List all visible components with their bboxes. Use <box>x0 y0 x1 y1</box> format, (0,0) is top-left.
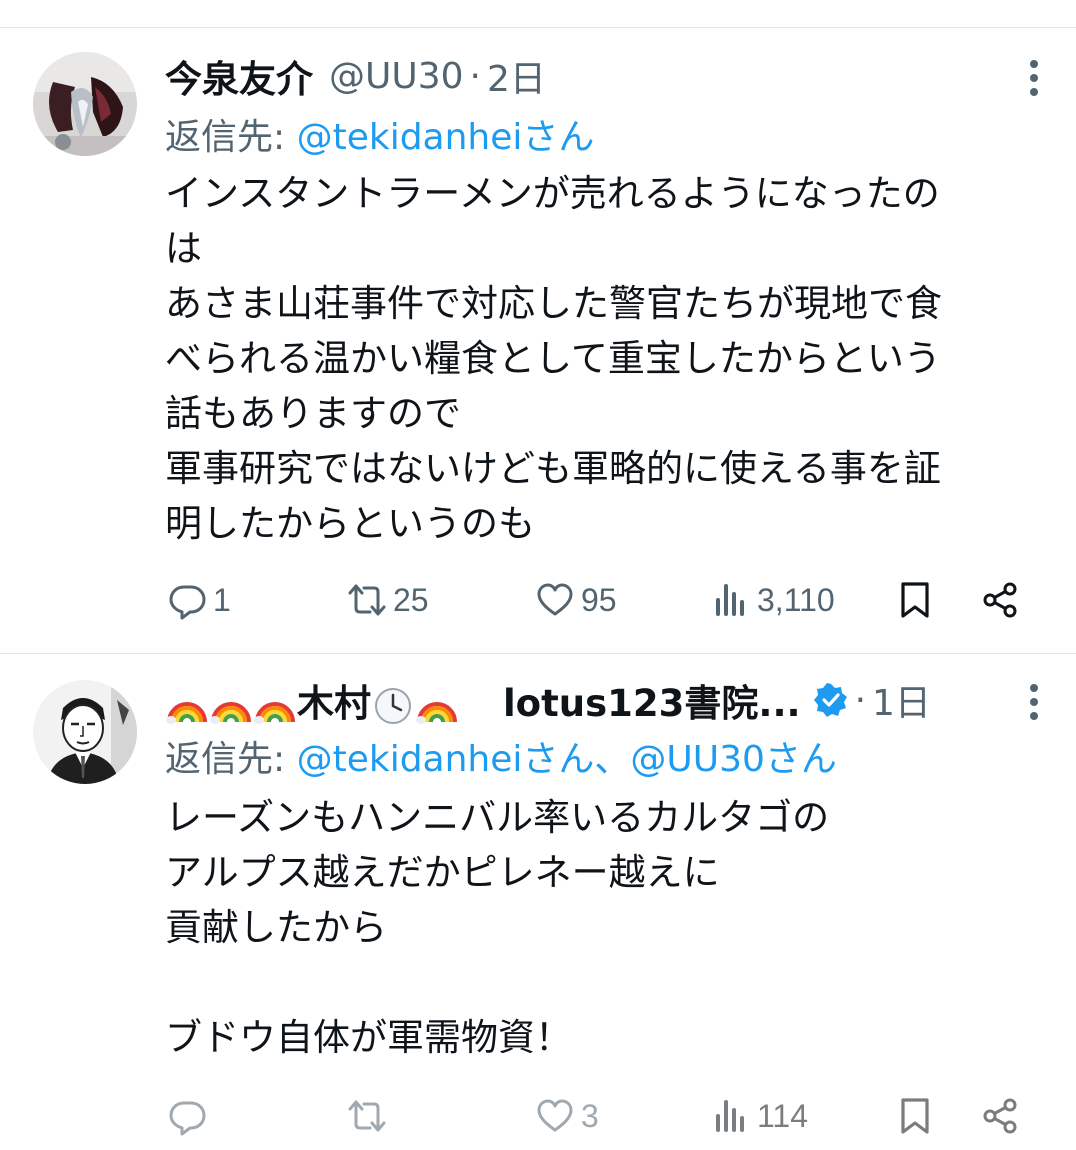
like-button[interactable]: 95 <box>535 570 617 630</box>
timestamp[interactable]: 1日 <box>872 674 931 726</box>
reply-button[interactable] <box>167 1086 213 1146</box>
clock-icon <box>375 687 411 724</box>
share-button[interactable] <box>980 1086 1020 1146</box>
avatar[interactable] <box>33 52 137 156</box>
tweet-header: 木村 lotus123書院... · 1日 <box>165 672 996 728</box>
rainbow-icon <box>166 701 207 724</box>
like-count: 95 <box>581 581 617 618</box>
avatar[interactable] <box>33 680 137 784</box>
display-name-suffix: lotus123書院... <box>503 682 801 725</box>
share-button[interactable] <box>980 570 1020 630</box>
bookmark-button[interactable] <box>895 570 935 630</box>
verified-icon[interactable] <box>813 682 849 718</box>
user-handle[interactable]: @UU30 <box>329 56 464 97</box>
like-count: 3 <box>581 1097 599 1134</box>
reply-icon <box>169 585 206 620</box>
display-name[interactable]: 木村 lotus123書院... <box>165 673 801 727</box>
more-icon[interactable] <box>1028 58 1040 98</box>
timestamp[interactable]: 2日 <box>487 50 546 102</box>
bookmark-button[interactable] <box>895 1086 935 1146</box>
retweet-icon <box>348 1100 386 1132</box>
separator-dot: · <box>469 55 481 97</box>
reply-icon <box>169 1101 206 1136</box>
share-icon <box>983 1098 1017 1134</box>
views-button[interactable]: 114 <box>711 1086 808 1146</box>
display-name[interactable]: 今泉友介 <box>165 49 313 103</box>
bookmark-icon <box>901 582 929 618</box>
reply-count: 1 <box>213 581 231 618</box>
views-button[interactable]: 3,110 <box>711 570 835 630</box>
rainbow-icon <box>416 701 457 724</box>
rainbow-icon <box>210 701 251 724</box>
rainbow-icon <box>254 701 295 724</box>
retweet-count: 25 <box>393 581 429 618</box>
reply-prefix: 返信先: <box>165 739 297 780</box>
retweet-button[interactable]: 25 <box>347 570 429 630</box>
action-bar: 1 25 95 3,110 <box>165 570 1046 630</box>
views-icon <box>716 1100 744 1132</box>
views-icon <box>716 584 744 616</box>
retweet-button[interactable] <box>347 1086 393 1146</box>
action-bar: 3 114 <box>165 1086 1046 1146</box>
views-count: 114 <box>757 1097 809 1134</box>
separator-dot: · <box>854 679 867 721</box>
tweet[interactable]: 今泉友介 @UU30 · 2日 返信先: @tekidanheiさん インスタン… <box>0 28 1076 653</box>
reply-mention[interactable]: @tekidanheiさん <box>297 117 595 158</box>
views-count: 3,110 <box>757 581 835 618</box>
reply-to-line: 返信先: @tekidanheiさん <box>165 108 594 160</box>
display-name-text: 木村 <box>297 682 371 725</box>
bookmark-icon <box>901 1098 929 1134</box>
more-icon[interactable] <box>1028 682 1040 722</box>
reply-mention[interactable]: @tekidanheiさん、@UU30さん <box>297 739 837 780</box>
reply-prefix: 返信先: <box>165 117 297 158</box>
like-icon <box>537 583 573 616</box>
tweet-header: 今泉友介 @UU30 · 2日 <box>165 48 996 104</box>
retweet-icon <box>348 584 386 616</box>
tweet[interactable]: 木村 lotus123書院... · 1日 返信先: @tekidanheiさん、… <box>0 654 1076 1150</box>
tweet-text: インスタントラーメンが売れるようになったの は あさま山荘事件で対応した警官たち… <box>165 172 942 545</box>
like-button[interactable]: 3 <box>535 1086 599 1146</box>
share-icon <box>983 582 1017 618</box>
tweet-text: レーズンもハンニバル率いるカルタゴの アルプス越えだかピレネー越えに 貢献したか… <box>165 796 830 1059</box>
like-icon <box>537 1099 573 1132</box>
reply-button[interactable]: 1 <box>167 570 231 630</box>
reply-to-line: 返信先: @tekidanheiさん、@UU30さん <box>165 730 837 782</box>
